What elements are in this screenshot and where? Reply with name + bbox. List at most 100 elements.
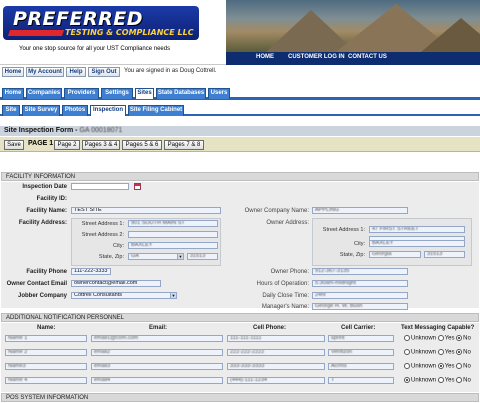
- notify-phone-input[interactable]: (444)-111-1234: [227, 377, 325, 384]
- main-nav-tabs: Home Companies Providers Settings Sites …: [0, 86, 480, 100]
- zip-input[interactable]: 31513: [187, 253, 218, 260]
- radio-unknown[interactable]: [404, 363, 410, 369]
- tab-users[interactable]: Users: [208, 88, 230, 99]
- radio-yes[interactable]: [437, 349, 444, 355]
- owner-zip-input[interactable]: 31513: [424, 251, 465, 258]
- owner-company-input[interactable]: APPLING: [312, 207, 408, 214]
- notify-carrier-input[interactable]: T: [328, 377, 394, 384]
- radio-no[interactable]: [456, 349, 463, 355]
- chevron-down-icon: ▼: [177, 254, 183, 259]
- company-logo[interactable]: PREFERRED TESTING & COMPLIANCE LLC: [3, 6, 203, 46]
- account-bar: Home My Account Help Sign Out You are si…: [0, 67, 480, 78]
- tab-providers[interactable]: Providers: [64, 88, 99, 99]
- tab-sites[interactable]: Sites: [135, 88, 154, 99]
- subtab-inspection[interactable]: Inspection: [90, 105, 126, 116]
- street-address-2-input[interactable]: [128, 231, 218, 238]
- owner-phone-input[interactable]: 912-367-3135: [312, 268, 408, 275]
- page-2-button[interactable]: Page 2: [54, 140, 80, 150]
- owner-email-label: Owner Contact Email: [6, 281, 67, 287]
- col-phone-header: Cell Phone:: [253, 325, 287, 331]
- facility-name-input[interactable]: TEST SITE: [71, 207, 221, 214]
- page-title: Site Inspection Form - GA 00018071: [4, 127, 123, 134]
- topnav-customer-login-link[interactable]: CUSTOMER LOG IN: [288, 54, 345, 60]
- owner-state-input[interactable]: Georgia: [369, 251, 421, 258]
- subtab-site-filing-cabinet[interactable]: Site Filing Cabinet: [128, 105, 184, 116]
- topnav-home-link[interactable]: HOME: [256, 54, 274, 60]
- notify-email-input[interactable]: email3: [91, 363, 223, 370]
- save-button[interactable]: Save: [4, 140, 24, 150]
- subtab-site-survey[interactable]: Site Survey: [22, 105, 60, 116]
- notify-name-input[interactable]: Name 1: [5, 335, 87, 342]
- col-name-header: Name:: [37, 325, 56, 331]
- radio-unknown[interactable]: [404, 377, 410, 383]
- mountain-banner-image: [226, 0, 480, 52]
- city-input[interactable]: BAXLEY: [128, 242, 218, 249]
- text-capable-radio-group: Unknown Yes No: [404, 335, 471, 342]
- facility-phone-label: Facility Phone: [26, 269, 67, 275]
- logo-title: PREFERRED: [13, 8, 144, 30]
- sign-out-button[interactable]: Sign Out: [88, 67, 120, 77]
- tab-state-databases[interactable]: State Databases: [156, 88, 206, 99]
- owner-city-input[interactable]: BAXLEY: [369, 240, 465, 247]
- logo-subtitle: TESTING & COMPLIANCE LLC: [65, 28, 194, 37]
- text-capable-radio-group: Unknown Yes No: [404, 377, 471, 384]
- tab-companies[interactable]: Companies: [26, 88, 62, 99]
- notify-email-input[interactable]: email1@com.com: [91, 335, 223, 342]
- radio-no[interactable]: [456, 363, 463, 369]
- help-button[interactable]: Help: [66, 67, 86, 77]
- my-account-button[interactable]: My Account: [26, 67, 64, 77]
- topnav-contact-link[interactable]: CONTACT US: [348, 54, 387, 60]
- text-capable-radio-group: Unknown Yes No: [404, 363, 471, 370]
- tab-home[interactable]: Home: [2, 88, 24, 99]
- notify-phone-input[interactable]: 222-222-2222: [227, 349, 325, 356]
- notify-phone-input[interactable]: 111-111-1111: [227, 335, 325, 342]
- state-select[interactable]: GA ▼: [128, 253, 184, 260]
- pages-3-4-button[interactable]: Pages 3 & 4: [82, 140, 120, 150]
- hours-label: Hours of Operation:: [256, 281, 309, 287]
- notify-phone-input[interactable]: 333-333-3333: [227, 363, 325, 370]
- form-title-bar: Site Inspection Form - GA 00018071: [0, 126, 480, 136]
- tab-settings[interactable]: Settings: [101, 88, 133, 99]
- calendar-icon[interactable]: [134, 183, 141, 190]
- subtab-site[interactable]: Site: [2, 105, 20, 116]
- radio-yes[interactable]: [437, 363, 444, 369]
- radio-no[interactable]: [456, 335, 463, 341]
- pages-5-6-button[interactable]: Pages 5 & 6: [122, 140, 162, 150]
- notify-name-input[interactable]: Name3: [5, 363, 87, 370]
- jobber-label: Jobber Company: [17, 293, 67, 299]
- inspection-date-input[interactable]: [71, 183, 129, 190]
- facility-address-label: Facility Address:: [18, 220, 67, 226]
- top-nav: HOME CUSTOMER LOG IN CONTACT US: [226, 52, 480, 65]
- facility-phone-input[interactable]: 111-222-3333: [71, 268, 111, 275]
- hours-input[interactable]: 5:30am-midnight: [312, 280, 408, 287]
- home-button[interactable]: Home: [2, 67, 24, 77]
- manager-input[interactable]: George H. W. Bush: [312, 303, 408, 310]
- owner-address-box: Street Address 1: 47 FIRST STREET City: …: [312, 218, 472, 266]
- notify-name-input[interactable]: Name 4: [5, 377, 87, 384]
- notify-email-input[interactable]: email4: [91, 377, 223, 384]
- subtab-photos[interactable]: Photos: [62, 105, 88, 116]
- notification-section-header: ADDITIONAL NOTIFICATION PERSONNEL: [1, 313, 479, 322]
- radio-yes[interactable]: [437, 377, 444, 383]
- pages-7-8-button[interactable]: Pages 7 & 8: [164, 140, 204, 150]
- owner-company-label: Owner Company Name:: [244, 208, 309, 214]
- owner-email-input[interactable]: ownercontact@email.com: [71, 280, 161, 287]
- col-email-header: Email:: [149, 325, 168, 331]
- col-carrier-header: Cell Carrier:: [341, 325, 376, 331]
- notify-carrier-input[interactable]: sprint: [328, 335, 394, 342]
- jobber-select[interactable]: Cottrell Consultants ▼: [71, 292, 177, 299]
- daily-close-input[interactable]: 24hr: [312, 292, 408, 299]
- radio-unknown[interactable]: [404, 335, 410, 341]
- street-address-1-input[interactable]: 901 SOUTH MAIN ST: [128, 220, 218, 227]
- radio-no[interactable]: [456, 377, 463, 383]
- radio-yes[interactable]: [437, 335, 444, 341]
- notify-carrier-input[interactable]: Verifizon: [328, 349, 394, 356]
- col-text-capable-header: Text Messaging Capable?: [401, 325, 475, 331]
- radio-unknown[interactable]: [404, 349, 410, 355]
- notify-name-input[interactable]: Name 2: [5, 349, 87, 356]
- notify-carrier-input[interactable]: Acrms: [328, 363, 394, 370]
- facility-section-header: FACILITY INFORMATION: [1, 172, 479, 181]
- owner-street-1-input[interactable]: 47 FIRST STREET: [369, 226, 465, 233]
- site-sub-tabs: Site Site Survey Photos Inspection Site …: [0, 103, 480, 116]
- notify-email-input[interactable]: email2: [91, 349, 223, 356]
